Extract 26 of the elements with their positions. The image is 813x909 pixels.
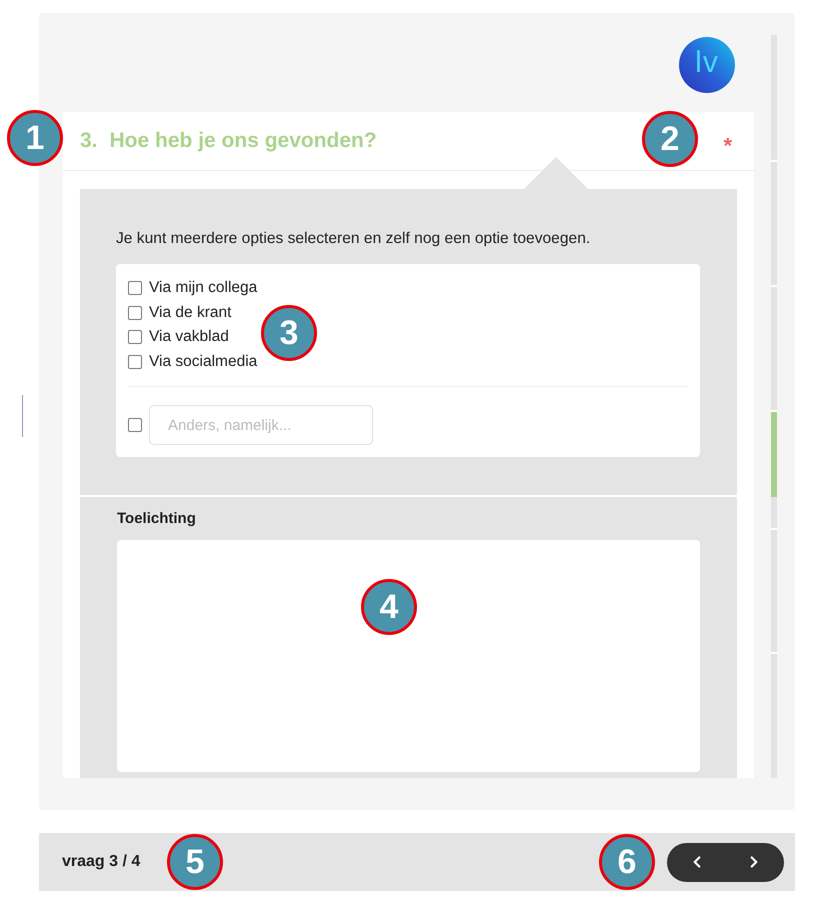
scrollbar-segment[interactable] (771, 162, 777, 285)
scrollbar-segment[interactable] (771, 287, 777, 410)
instruction-text: Je kunt meerdere opties selecteren en zelf nog een optie toevoegen. (116, 229, 592, 249)
question-counter: vraag 3 / 4 (62, 852, 140, 872)
scrollbar-segment[interactable] (771, 35, 777, 160)
checkbox[interactable] (128, 330, 142, 344)
scrollbar-segment[interactable] (771, 654, 777, 778)
callout-marker: 1 (7, 110, 63, 166)
required-asterisk: * (723, 132, 732, 160)
scrollbar-segment[interactable] (771, 497, 777, 528)
question-number: 3. (80, 128, 98, 154)
other-option-input[interactable]: Anders, namelijk... (149, 405, 373, 445)
scrollbar-thumb[interactable] (771, 412, 777, 497)
checkbox[interactable] (128, 281, 142, 296)
explanation-textarea[interactable] (117, 540, 700, 772)
option-label[interactable]: Via socialmedia (149, 352, 258, 372)
scrollbar-segment[interactable] (771, 530, 777, 652)
option-label[interactable]: Via de krant (149, 302, 232, 323)
question-title: Hoe heb je ons gevonden? (110, 128, 377, 154)
explanation-label: Toelichting (117, 509, 197, 529)
checkbox[interactable] (128, 418, 142, 432)
checkbox[interactable] (128, 354, 142, 369)
option-label[interactable]: Via vakblad (149, 327, 229, 348)
logo: lv (679, 37, 735, 93)
checkbox[interactable] (128, 306, 142, 320)
option-label[interactable]: Via mijn collega (149, 278, 258, 298)
